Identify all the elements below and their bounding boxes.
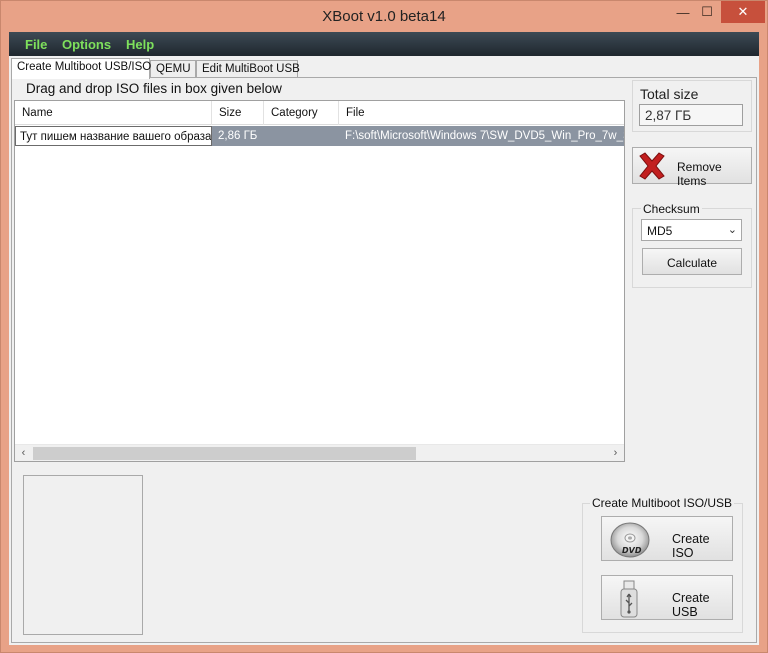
menu-options[interactable]: Options bbox=[62, 37, 111, 52]
checksum-label: Checksum bbox=[641, 202, 702, 216]
list-header: Name Size Category File bbox=[15, 101, 624, 125]
remove-x-icon bbox=[639, 152, 665, 180]
tab-edit-multiboot[interactable]: Edit MultiBoot USB bbox=[196, 60, 300, 78]
horizontal-scrollbar[interactable]: ‹ › bbox=[15, 444, 624, 461]
tab-page-create: Drag and drop ISO files in box given bel… bbox=[11, 77, 757, 643]
title-bar[interactable]: XBoot v1.0 beta14 — ☐ ✕ bbox=[1, 1, 767, 31]
column-size[interactable]: Size bbox=[212, 101, 264, 125]
dvd-icon: DVD bbox=[610, 522, 650, 558]
drop-instructions: Drag and drop ISO files in box given bel… bbox=[26, 81, 282, 96]
iso-list[interactable]: Name Size Category File Тут пишем назван… bbox=[14, 100, 625, 462]
create-iso-button[interactable]: DVD Create ISO bbox=[601, 516, 733, 561]
column-category[interactable]: Category bbox=[264, 101, 339, 125]
tab-create-multiboot[interactable]: Create Multiboot USB/ISO bbox=[11, 58, 151, 79]
maximize-button[interactable]: ☐ bbox=[695, 1, 719, 23]
tab-strip: Create Multiboot USB/ISO QEMU Edit Multi… bbox=[9, 58, 759, 79]
create-usb-button[interactable]: Create USB bbox=[601, 575, 733, 620]
row-size: 2,86 ГБ bbox=[212, 126, 264, 146]
checksum-selected: MD5 bbox=[647, 224, 673, 238]
usb-drive-icon bbox=[620, 580, 638, 618]
minimize-button[interactable]: — bbox=[671, 1, 695, 23]
row-category bbox=[264, 126, 339, 146]
total-size-label: Total size bbox=[640, 86, 699, 102]
total-size-value: 2,87 ГБ bbox=[639, 104, 743, 126]
client-area: File Options Help Create Multiboot USB/I… bbox=[9, 32, 759, 645]
close-button[interactable]: ✕ bbox=[721, 1, 765, 23]
name-edit-field[interactable]: Тут пишем название вашего образа bbox=[15, 126, 212, 146]
create-usb-label: Create USB bbox=[672, 591, 710, 619]
menu-help[interactable]: Help bbox=[126, 37, 154, 52]
menu-file[interactable]: File bbox=[25, 37, 47, 52]
row-file: F:\soft\Microsoft\Windows 7\SW_DVD5_Win_… bbox=[339, 126, 624, 146]
window-title: XBoot v1.0 beta14 bbox=[322, 8, 446, 25]
calculate-label: Calculate bbox=[666, 256, 718, 270]
scroll-right-icon[interactable]: › bbox=[607, 445, 624, 462]
checksum-select[interactable]: MD5 ⌄ bbox=[641, 219, 742, 241]
menu-bar: File Options Help bbox=[9, 32, 759, 56]
remove-items-label: Remove Items bbox=[677, 160, 722, 188]
create-group-label: Create Multiboot ISO/USB bbox=[590, 496, 735, 510]
table-row[interactable]: Тут пишем название вашего образа 2,86 ГБ… bbox=[15, 126, 624, 146]
preview-panel bbox=[23, 475, 143, 635]
dvd-text: DVD bbox=[622, 546, 642, 555]
create-iso-label: Create ISO bbox=[672, 532, 710, 560]
column-file[interactable]: File bbox=[339, 101, 624, 125]
app-window: XBoot v1.0 beta14 — ☐ ✕ File Options Hel… bbox=[0, 0, 768, 653]
chevron-down-icon: ⌄ bbox=[727, 224, 737, 236]
scroll-thumb[interactable] bbox=[33, 447, 416, 460]
tab-qemu[interactable]: QEMU bbox=[150, 60, 196, 78]
scroll-left-icon[interactable]: ‹ bbox=[15, 445, 32, 462]
calculate-button[interactable]: Calculate bbox=[642, 248, 742, 275]
column-name[interactable]: Name bbox=[15, 101, 212, 125]
remove-items-button[interactable]: Remove Items bbox=[632, 147, 752, 188]
